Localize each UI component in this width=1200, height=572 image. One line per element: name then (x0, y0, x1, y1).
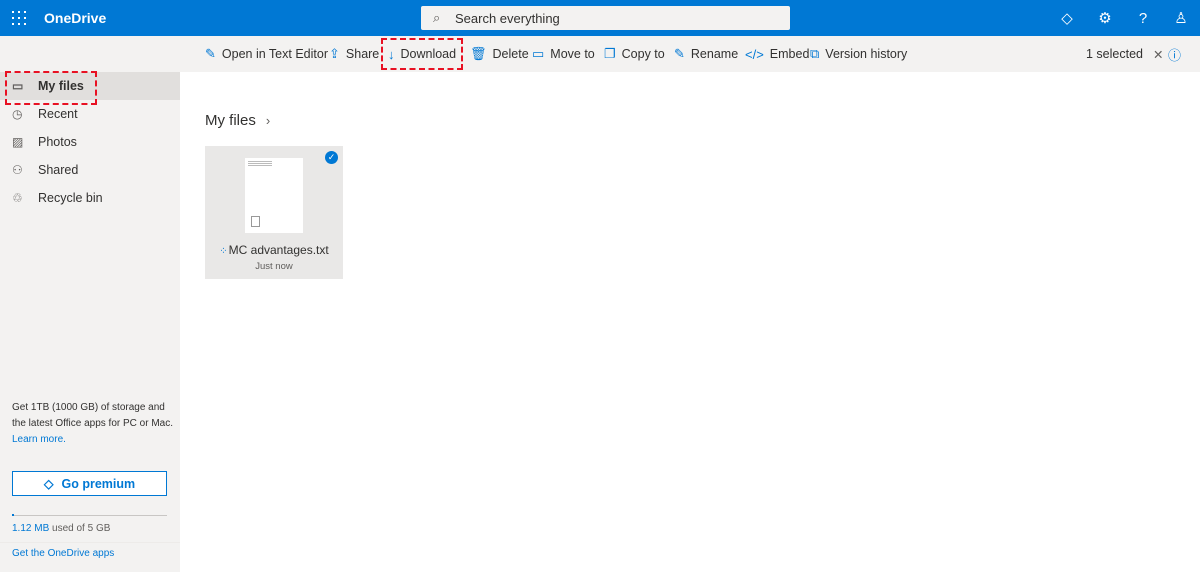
storage-bar-fill (12, 514, 14, 516)
app-name[interactable]: OneDrive (44, 10, 106, 26)
person-icon[interactable]: ♙ (1162, 0, 1200, 36)
gear-icon[interactable]: ⚙ (1086, 0, 1124, 36)
label: 1 selected (1086, 47, 1143, 61)
file-tile[interactable]: ✓ ⁘MC advantages.txt Just now (205, 146, 343, 279)
sidebar-item-recycle-bin[interactable]: ♲ Recycle bin (0, 184, 180, 212)
download-button[interactable]: ↓ Download (380, 38, 464, 70)
breadcrumb-my-files[interactable]: My files (205, 112, 256, 129)
label: Move to (550, 47, 595, 61)
storage-used[interactable]: 1.12 MB (12, 523, 49, 534)
label: My files (38, 79, 84, 93)
label: Download (400, 47, 457, 61)
folder-icon: ▭ (12, 79, 24, 93)
storage-bar (12, 514, 167, 516)
help-icon[interactable]: ? (1124, 0, 1162, 36)
command-bar: ✎ Open in Text Editor ⇪ Share ↓ Download 🗑 D… (0, 36, 1200, 72)
go-premium-button[interactable]: ◇ Go premium (12, 471, 167, 496)
storage-total: used of 5 GB (52, 523, 111, 534)
label: Rename (690, 47, 739, 61)
info-icon: ⓘ (1168, 47, 1182, 63)
label: Open in Text Editor (221, 47, 328, 61)
label: Embed (769, 47, 810, 61)
file-name[interactable]: MC advantages.txt (229, 243, 329, 257)
open-text-editor-button[interactable]: ✎ Open in Text Editor (205, 36, 328, 72)
get-apps-link[interactable]: Get the OneDrive apps (12, 548, 114, 559)
search-placeholder: Search everything (455, 11, 560, 26)
move-to-button[interactable]: ▭ Move to (532, 36, 595, 72)
label: Recycle bin (38, 191, 103, 205)
embed-button[interactable]: </> Embed (745, 36, 809, 72)
delete-button[interactable]: 🗑 Delete (470, 36, 529, 72)
selection-count[interactable]: 1 selected ✕ (1086, 36, 1163, 72)
sidebar-item-photos[interactable]: ▨ Photos (0, 128, 180, 156)
history-icon: ⧉ (810, 46, 820, 61)
breadcrumb: My files › (205, 112, 270, 129)
close-icon[interactable]: ✕ (1153, 47, 1163, 62)
file-thumbnail (245, 158, 303, 233)
info-button[interactable]: ⓘ (1168, 36, 1181, 72)
file-date: Just now (255, 261, 293, 272)
clock-icon: ◷ (12, 107, 23, 121)
label: Recent (38, 107, 78, 121)
label: Version history (825, 47, 908, 61)
learn-more-link[interactable]: Learn more. (12, 434, 66, 445)
rename-icon: ✎ (674, 46, 685, 61)
sidebar-item-shared[interactable]: ⚇ Shared (0, 156, 180, 184)
share-button[interactable]: ⇪ Share (329, 36, 379, 72)
label: Photos (38, 135, 77, 149)
search-icon: ⌕ (433, 10, 441, 25)
sidebar: ▭ My files ◷ Recent ▨ Photos ⚇ Shared ♲ Recyc… (0, 71, 180, 572)
rename-button[interactable]: ✎ Rename (674, 36, 738, 72)
sidebar-item-my-files[interactable]: ▭ My files (0, 71, 180, 105)
people-icon: ⚇ (12, 163, 23, 177)
label: Shared (38, 163, 79, 177)
move-icon: ▭ (532, 46, 545, 61)
trash-icon: ♲ (12, 191, 23, 205)
selected-check-icon[interactable]: ✓ (325, 151, 338, 164)
label: Copy to (621, 47, 665, 61)
label: Delete (492, 47, 529, 61)
download-icon: ↓ (388, 46, 395, 62)
image-icon: ▨ (12, 135, 24, 149)
sync-spinner-icon: ⁘ (219, 246, 228, 257)
top-bar: OneDrive ⌕ Search everything ◇ ⚙ ? ♙ (0, 0, 1200, 36)
diamond-icon: ◇ (43, 477, 54, 491)
divider (0, 542, 180, 543)
code-icon: </> (745, 46, 764, 62)
promo-text: Get 1TB (1000 GB) of storage and the lat… (12, 402, 173, 429)
version-history-button[interactable]: ⧉ Version history (810, 36, 907, 72)
pencil-icon: ✎ (205, 46, 216, 61)
trash-icon: 🗑 (470, 46, 487, 61)
label: Go premium (61, 476, 136, 491)
chevron-right-icon: › (265, 113, 271, 128)
document-icon (251, 216, 260, 227)
copy-to-button[interactable]: ❐ Copy to (604, 36, 665, 72)
premium-promo: Get 1TB (1000 GB) of storage and the lat… (12, 400, 178, 448)
diamond-icon[interactable]: ◇ (1048, 0, 1086, 36)
share-icon: ⇪ (329, 46, 340, 61)
copy-icon: ❐ (604, 46, 616, 61)
storage-usage[interactable]: 1.12 MB used of 5 GB (12, 523, 110, 534)
search-input[interactable]: ⌕ Search everything (421, 6, 790, 30)
label: Share (345, 47, 380, 61)
app-launcher-icon[interactable] (12, 11, 26, 25)
